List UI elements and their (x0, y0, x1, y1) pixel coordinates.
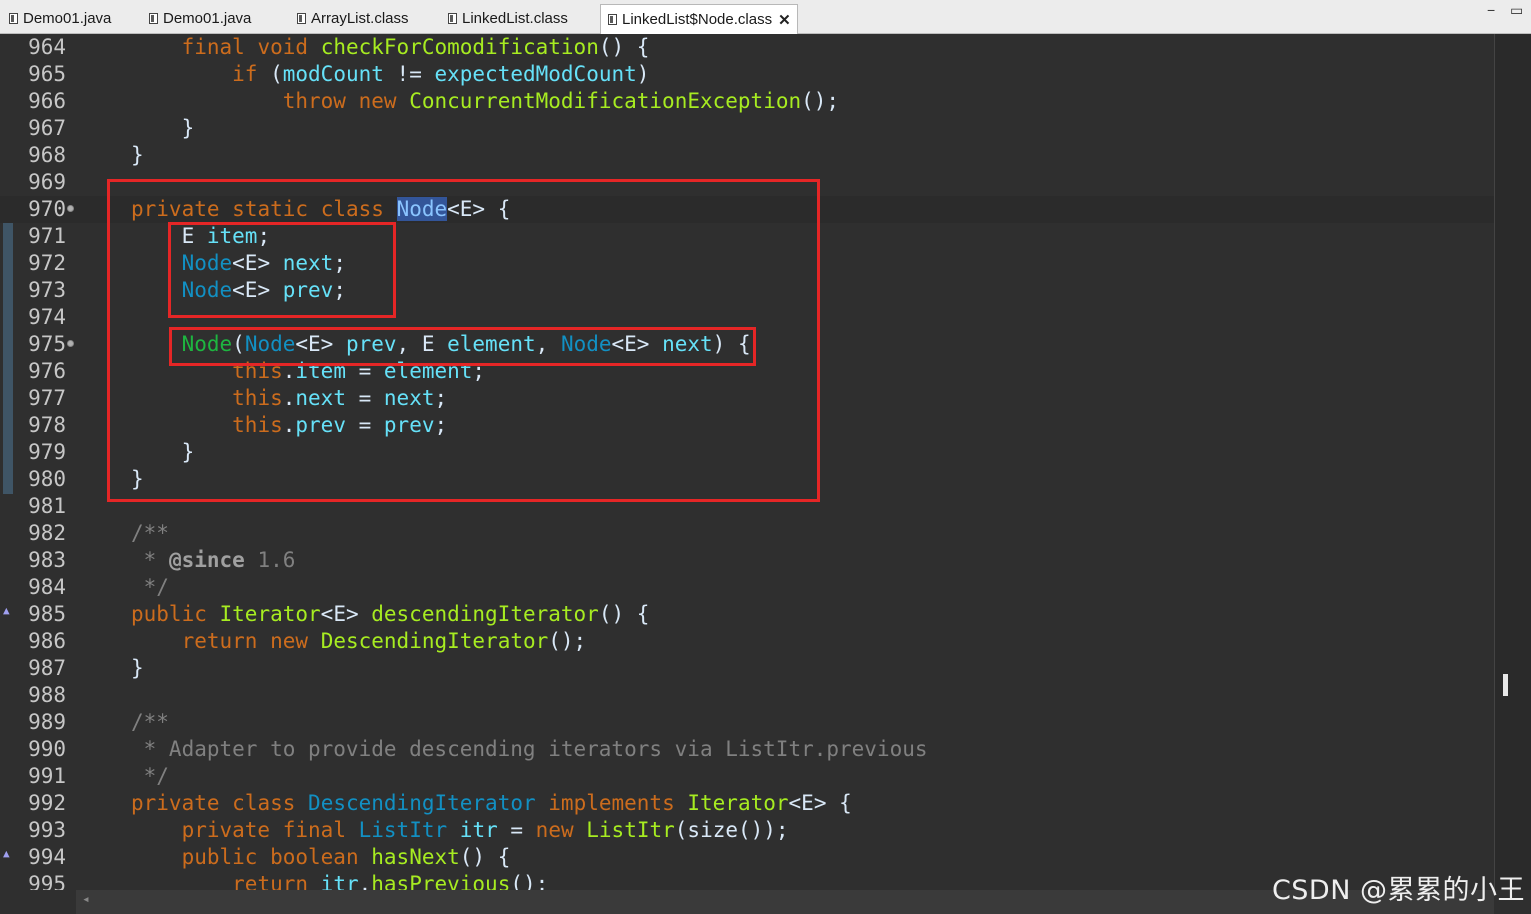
tab-label: LinkedList.class (462, 10, 568, 27)
line-number: 979 (28, 440, 66, 464)
code-text: final void checkForComodification() { (181, 35, 650, 59)
code-text: } (131, 116, 195, 140)
code-text: return itr.hasPrevious(); (232, 872, 549, 890)
code-text: private final ListItr itr = new ListItr(… (181, 818, 789, 842)
code-text: } (131, 143, 144, 167)
code-text: */ (131, 575, 169, 599)
line-number: 964 (28, 35, 66, 59)
tab-label: LinkedList$Node.class (622, 11, 773, 28)
code-line[interactable]: 967 } (0, 115, 1494, 142)
scroll-left-icon[interactable]: ◂ (82, 892, 90, 907)
code-text: if (modCount != expectedModCount) (232, 62, 650, 86)
override-marker-icon: ▲ (3, 604, 10, 617)
tab-demo01-java-2[interactable]: Demo01.java (142, 5, 251, 32)
watermark: CSDN @累累的小王 (1271, 875, 1525, 906)
line-number: 990 (28, 737, 66, 761)
code-line[interactable]: 987} (0, 655, 1494, 682)
code-text: * @since 1.6 (131, 548, 296, 572)
tab-demo01-java-1[interactable]: Demo01.java (2, 5, 111, 32)
line-number: 984 (28, 575, 66, 599)
line-number: 991 (28, 764, 66, 788)
class-file-icon (448, 13, 457, 24)
tab-label: Demo01.java (163, 10, 252, 27)
node-fields-highlight-box (168, 222, 396, 318)
tab-linkedlist-class[interactable]: LinkedList.class (441, 5, 568, 32)
java-file-icon (149, 13, 158, 24)
line-number: 975 (28, 332, 66, 356)
line-number: 980 (28, 467, 66, 491)
code-line[interactable]: 986 return new DescendingIterator(); (0, 628, 1494, 655)
code-text: /** (131, 710, 169, 734)
code-line[interactable]: 982 /** (0, 520, 1494, 547)
line-number: 981 (28, 494, 66, 518)
override-marker-icon: ▲ (3, 847, 10, 860)
code-line[interactable]: 994 ▲ public boolean hasNext() { (0, 844, 1494, 871)
code-text: return new DescendingIterator(); (181, 629, 587, 653)
code-text: */ (131, 764, 169, 788)
code-text: private class DescendingIterator impleme… (131, 791, 852, 815)
tab-label: ArrayList.class (311, 10, 409, 27)
line-number: 978 (28, 413, 66, 437)
code-line[interactable]: 985 ▲ public Iterator<E> descendingIterato… (0, 601, 1494, 628)
line-number: 966 (28, 89, 66, 113)
code-line[interactable]: 983 * @since 1.6 (0, 547, 1494, 574)
code-line[interactable]: 990 * Adapter to provide descending iter… (0, 736, 1494, 763)
line-number: 983 (28, 548, 66, 572)
code-text: * Adapter to provide descending iterator… (131, 737, 928, 761)
fold-toggle-icon[interactable] (67, 205, 74, 212)
line-number: 972 (28, 251, 66, 275)
maximize-editor-button[interactable]: ▭ (1510, 2, 1523, 19)
code-text: } (131, 656, 144, 680)
line-number: 965 (28, 62, 66, 86)
line-number: 986 (28, 629, 66, 653)
line-number: 976 (28, 359, 66, 383)
tab-arraylist-class[interactable]: ArrayList.class (290, 5, 409, 32)
node-constructor-highlight-box (169, 327, 756, 366)
line-number: 988 (28, 683, 66, 707)
code-line[interactable]: 965 if (modCount != expectedModCount) (0, 61, 1494, 88)
vertical-scrollbar-thumb[interactable] (1503, 674, 1508, 696)
close-tab-icon[interactable]: ✕ (778, 11, 791, 29)
class-file-icon (297, 13, 306, 24)
code-line[interactable]: 966 throw new ConcurrentModificationExce… (0, 88, 1494, 115)
line-number: 968 (28, 143, 66, 167)
vertical-scrollbar[interactable] (1494, 34, 1531, 890)
code-line[interactable]: 988 (0, 682, 1494, 709)
line-number: 974 (28, 305, 66, 329)
tab-linkedlist-node-class[interactable]: LinkedList$Node.class ✕ (600, 4, 798, 34)
line-number: 969 (28, 170, 66, 194)
line-number: 987 (28, 656, 66, 680)
code-line[interactable]: 984 */ (0, 574, 1494, 601)
editor-tab-bar: Demo01.java Demo01.java ArrayList.class … (0, 0, 1531, 34)
line-number: 993 (28, 818, 66, 842)
line-number: 967 (28, 116, 66, 140)
code-text: throw new ConcurrentModificationExceptio… (282, 89, 840, 113)
minimize-editor-button[interactable]: − (1487, 2, 1495, 18)
line-number: 995 (28, 872, 66, 890)
java-file-icon (9, 13, 18, 24)
code-line[interactable]: 964 final void checkForComodification() … (0, 34, 1494, 61)
fold-toggle-icon[interactable] (67, 340, 74, 347)
code-line[interactable]: 991 */ (0, 763, 1494, 790)
tab-label: Demo01.java (23, 10, 112, 27)
class-file-icon (608, 14, 617, 25)
code-line[interactable]: 989 /** (0, 709, 1494, 736)
code-line[interactable]: 992 private class DescendingIterator impl… (0, 790, 1494, 817)
line-number: 989 (28, 710, 66, 734)
code-line[interactable]: 995 return itr.hasPrevious(); (0, 871, 1494, 890)
code-line[interactable]: 968} (0, 142, 1494, 169)
line-number: 970 (28, 197, 66, 221)
code-text: /** (131, 521, 169, 545)
code-text: public boolean hasNext() { (181, 845, 511, 869)
code-text: public Iterator<E> descendingIterator() … (131, 602, 650, 626)
line-number: 982 (28, 521, 66, 545)
line-number: 973 (28, 278, 66, 302)
line-number: 977 (28, 386, 66, 410)
code-line[interactable]: 993 private final ListItr itr = new List… (0, 817, 1494, 844)
gutter-corner (0, 890, 76, 914)
line-number: 971 (28, 224, 66, 248)
line-number: 992 (28, 791, 66, 815)
